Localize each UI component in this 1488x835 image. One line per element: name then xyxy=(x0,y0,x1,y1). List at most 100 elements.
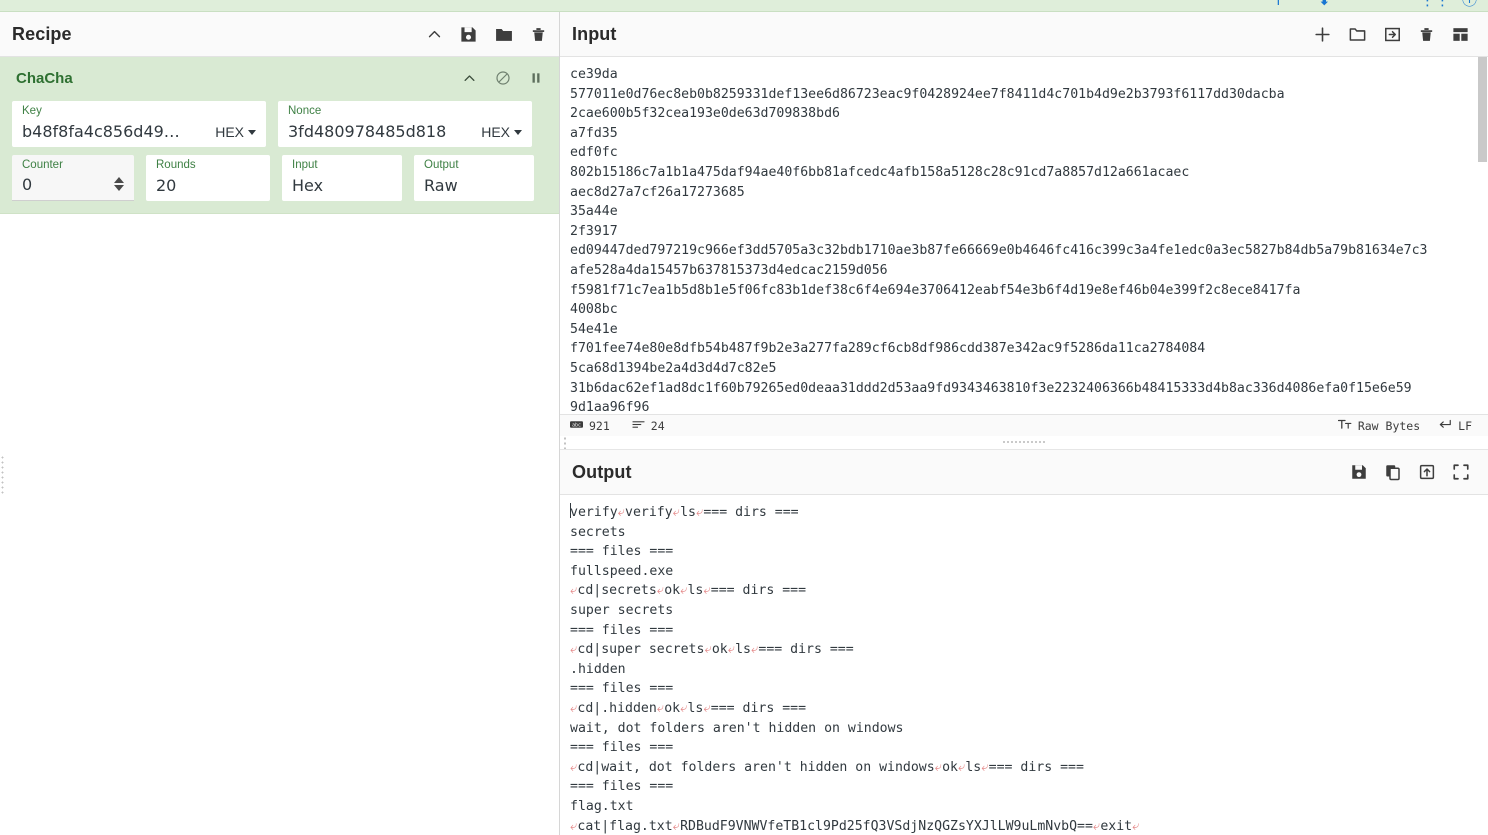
operation-title: ChaCha xyxy=(16,70,73,87)
input-format-field[interactable]: Input Hex xyxy=(282,155,402,201)
nonce-scheme-dropdown[interactable]: HEX xyxy=(481,124,522,141)
tabs-layout-icon[interactable] xyxy=(1451,25,1470,44)
text-cursor xyxy=(570,503,571,518)
counter-field[interactable]: Counter 0 xyxy=(12,155,134,201)
save-output-icon[interactable] xyxy=(1350,463,1368,481)
control-char-marker: ⤶ xyxy=(703,701,710,716)
top-toolbar-strip: ↑ ⬇ ⋮⋮ ⓘ xyxy=(0,0,1488,12)
control-char-marker: ⤶ xyxy=(981,760,988,775)
recipe-operation-list[interactable]: ChaCha xyxy=(0,57,559,835)
key-field[interactable]: Key b48f8fa4c856d49… HEX xyxy=(12,101,266,147)
control-char-marker: ⤶ xyxy=(570,642,577,657)
operation-controls xyxy=(462,70,543,86)
control-char-marker: ⤶ xyxy=(570,583,577,598)
output-line: === files === xyxy=(570,621,1488,641)
add-tab-icon[interactable] xyxy=(1313,25,1332,44)
clear-recipe-icon[interactable] xyxy=(530,25,547,44)
recipe-operation-chacha[interactable]: ChaCha xyxy=(0,57,559,214)
input-length-value: 921 xyxy=(589,419,610,433)
cyberchef-app: ↑ ⬇ ⋮⋮ ⓘ Recipe xyxy=(0,0,1488,835)
key-scheme-value: HEX xyxy=(215,124,244,140)
input-scrollbar-thumb[interactable] xyxy=(1478,57,1487,162)
nonce-label: Nonce xyxy=(288,105,321,117)
info-circle-icon[interactable]: ⓘ xyxy=(1462,0,1477,6)
key-scheme-dropdown[interactable]: HEX xyxy=(215,124,256,141)
counter-stepper[interactable] xyxy=(114,177,124,194)
output-controls xyxy=(1350,463,1470,481)
output-line: === files === xyxy=(570,679,1488,699)
recipe-controls xyxy=(426,25,547,44)
input-encoding-group[interactable]: Raw Bytes xyxy=(1338,418,1420,433)
input-encoding-value: Raw Bytes xyxy=(1358,419,1420,433)
input-line: 5ca68d1394be2a4d3d4d7c82e5 xyxy=(570,359,1488,379)
input-line-ending-value: LF xyxy=(1458,419,1472,433)
control-char-marker: ⤶ xyxy=(570,819,577,834)
recipe-title: Recipe xyxy=(12,24,72,45)
input-status-right: Raw Bytes LF xyxy=(1338,418,1482,433)
arg-row-1: Key b48f8fa4c856d49… HEX Nonce 3fd480978… xyxy=(12,101,547,147)
disable-operation-icon[interactable] xyxy=(495,70,511,86)
collapse-chevron-up-icon[interactable] xyxy=(426,26,443,43)
control-char-marker: ⤶ xyxy=(703,583,710,598)
bake-arrow-icon[interactable]: ⬇ xyxy=(1318,0,1331,6)
splitter-left-grip[interactable] xyxy=(563,436,567,449)
control-char-marker: ⤶ xyxy=(570,701,577,716)
input-line: 2cae600b5f32cea193e0de63d709838bd6 xyxy=(570,104,1488,124)
output-pane: Output xyxy=(560,450,1488,835)
toolbar-icon-1[interactable]: ↑ xyxy=(1272,0,1285,6)
output-line: ⤶cd|wait, dot folders aren't hidden on w… xyxy=(570,758,1488,778)
output-line: ⤶cd|secrets⤶ok⤶ls⤶=== dirs === xyxy=(570,581,1488,601)
control-char-marker: ⤶ xyxy=(657,701,664,716)
io-column: Input xyxy=(560,12,1488,835)
input-line: 802b15186c7a1b1a475daf94ae40f6bb81afcedc… xyxy=(570,163,1488,183)
output-line: ⤶cat|flag.txt⤶RDBudF9VNWVfeTB1cl9Pd25fQ3… xyxy=(570,817,1488,835)
input-title: Input xyxy=(572,24,616,45)
output-format-field[interactable]: Output Raw xyxy=(414,155,534,201)
output-line: fullspeed.exe xyxy=(570,562,1488,582)
control-char-marker: ⤶ xyxy=(704,642,711,657)
open-file-as-input-icon[interactable] xyxy=(1383,25,1402,44)
save-recipe-icon[interactable] xyxy=(459,25,478,44)
input-scrollbar[interactable] xyxy=(1477,57,1488,414)
maximise-output-icon[interactable] xyxy=(1452,463,1470,481)
stepper-down-icon[interactable] xyxy=(114,185,124,191)
control-char-marker: ⤶ xyxy=(696,505,703,520)
rounds-field[interactable]: Rounds 20 xyxy=(146,155,270,201)
splitter-dots[interactable] xyxy=(1002,440,1046,444)
key-label: Key xyxy=(22,105,42,117)
output-line: super secrets xyxy=(570,601,1488,621)
output-line: === files === xyxy=(570,738,1488,758)
output-line: verify⤶verify⤶ls⤶=== dirs === xyxy=(570,503,1488,523)
input-textarea[interactable]: ce39da577011e0d76ec8eb0b8259331def13ee6d… xyxy=(560,57,1488,414)
input-status-bar: abc 921 24 xyxy=(560,414,1488,436)
operation-collapse-chevron-up-icon[interactable] xyxy=(462,71,477,86)
input-line: afe528a4da15457b637815373d4edcac2159d056 xyxy=(570,261,1488,281)
output-textarea[interactable]: verify⤶verify⤶ls⤶=== dirs ===secrets=== … xyxy=(560,495,1488,835)
input-line: 9d1aa96f96 xyxy=(570,398,1488,414)
control-char-marker: ⤶ xyxy=(618,505,625,520)
recipe-io-drag-handle[interactable] xyxy=(0,455,6,495)
pause-breakpoint-icon[interactable] xyxy=(529,70,543,86)
open-folder-icon[interactable] xyxy=(1348,25,1367,44)
control-char-marker: ⤶ xyxy=(673,505,680,520)
copy-output-icon[interactable] xyxy=(1384,463,1402,481)
control-char-marker: ⤶ xyxy=(728,642,735,657)
load-recipe-icon[interactable] xyxy=(494,25,514,44)
toolbar-icon-3[interactable]: ⋮⋮ xyxy=(1420,0,1450,6)
nonce-field[interactable]: Nonce 3fd480978485d818 HEX xyxy=(278,101,532,147)
input-line: aec8d27a7cf26a17273685 xyxy=(570,183,1488,203)
input-line-ending-group[interactable]: LF xyxy=(1438,418,1472,433)
output-title-bar: Output xyxy=(560,450,1488,495)
output-line: === files === xyxy=(570,542,1488,562)
output-line: secrets xyxy=(570,523,1488,543)
stepper-up-icon[interactable] xyxy=(114,177,124,183)
output-line: ⤶cd|.hidden⤶ok⤶ls⤶=== dirs === xyxy=(570,699,1488,719)
key-value: b48f8fa4c856d49… xyxy=(22,109,180,141)
clear-input-icon[interactable] xyxy=(1418,25,1435,44)
io-splitter[interactable] xyxy=(560,436,1488,450)
input-line: 54e41e xyxy=(570,320,1488,340)
input-title-bar: Input xyxy=(560,12,1488,57)
output-line: .hidden xyxy=(570,660,1488,680)
replace-input-with-output-icon[interactable] xyxy=(1418,463,1436,481)
input-format-label: Input xyxy=(292,159,318,171)
